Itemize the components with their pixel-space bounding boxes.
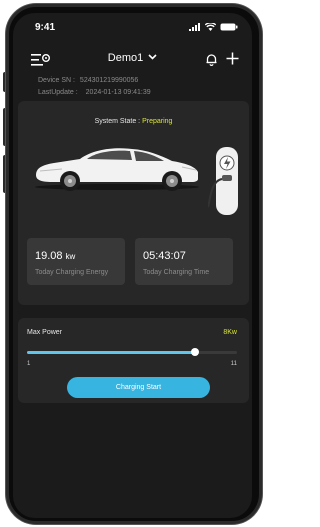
system-state-card: System State : Preparing 19.08 kw Today …	[18, 101, 249, 305]
device-meta: Device SN : 524301219990056 LastUpdate :…	[38, 75, 151, 99]
device-sn-row: Device SN : 524301219990056	[38, 75, 151, 87]
status-icons	[189, 23, 238, 31]
signal-icon	[189, 23, 200, 31]
wifi-icon	[205, 23, 216, 31]
system-state-label: System State :	[94, 118, 141, 125]
app-screen: 9:41 Demo1 Device SN: 524301219990056 L…	[13, 13, 252, 518]
charger-station-icon	[208, 147, 238, 215]
charging-energy-unit: kw	[65, 252, 76, 261]
battery-icon	[220, 23, 238, 31]
status-bar: 9:41	[13, 13, 252, 45]
charging-start-button[interactable]: Charging Start	[67, 377, 210, 398]
slider-min-label: 1	[27, 361, 31, 367]
charging-time-tile: 05:43:07 Today Charging Time	[135, 238, 233, 285]
charging-energy-value: 19.08	[35, 250, 63, 262]
chevron-down-icon	[148, 54, 157, 60]
charging-energy-label: Today Charging Energy	[35, 269, 109, 276]
system-state: System State : Preparing	[18, 118, 249, 125]
bell-icon[interactable]	[205, 53, 218, 66]
max-power-label: Max Power	[27, 329, 63, 336]
last-update-value: 2024-01-13 09:41:39	[85, 89, 151, 96]
status-time: 9:41	[35, 22, 56, 33]
add-icon[interactable]	[225, 51, 240, 66]
slider-max-label: 11	[230, 361, 237, 367]
max-power-slider[interactable]	[27, 348, 237, 356]
top-nav: Demo1	[13, 49, 252, 71]
device-sn-value: 524301219990056	[79, 77, 139, 84]
charging-energy-tile: 19.08 kw Today Charging Energy	[27, 238, 125, 285]
charging-energy-value-row: 19.08 kw	[35, 250, 75, 262]
slider-fill	[27, 351, 195, 354]
charging-time-label: Today Charging Time	[143, 269, 210, 276]
car-illustration	[35, 148, 199, 191]
system-state-value: Preparing	[142, 118, 173, 125]
device-name: Demo1	[107, 52, 144, 64]
device-sn-label: Device SN :	[38, 77, 75, 84]
max-power-card: Max Power 8Kw 1 11 Charging Start	[18, 318, 249, 403]
max-power-value: 8Kw	[223, 329, 237, 336]
slider-thumb[interactable]	[191, 348, 199, 356]
last-update-row: LastUpdate : 2024-01-13 09:41:39	[38, 87, 151, 99]
charging-time-value: 05:43:07	[143, 250, 186, 262]
last-update-label: LastUpdate :	[38, 89, 78, 96]
